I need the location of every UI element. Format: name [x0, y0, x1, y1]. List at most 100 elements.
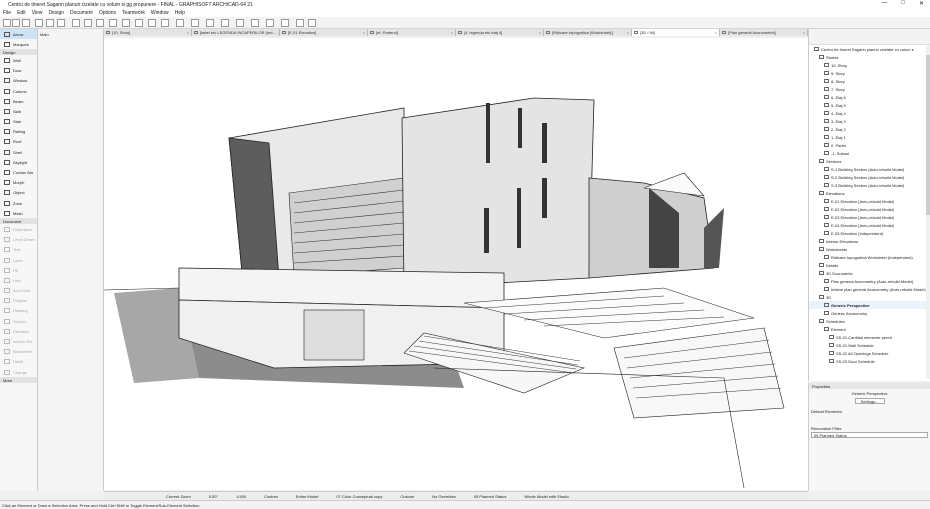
toolbar-button[interactable]: [176, 19, 184, 27]
view-tab[interactable]: [ef. Parterul] ×: [368, 29, 456, 36]
renovation-filter-select[interactable]: 05 Planned Status: [811, 432, 928, 438]
tree-item[interactable]: SS-01 Cantitati elemente pereti: [809, 333, 929, 341]
view-option[interactable]: 07 Color Conceptual copy: [336, 494, 382, 499]
toolbar-button[interactable]: [84, 19, 92, 27]
tree-item[interactable]: -1. Subsol: [809, 149, 929, 157]
tree-item[interactable]: SS-03 Door Schedule: [809, 357, 929, 365]
menu-help[interactable]: Help: [175, 10, 185, 16]
more-section-header[interactable]: More: [0, 377, 37, 384]
view-tab[interactable]: [4. legenda etc etaj 4] ×: [456, 29, 544, 36]
tree-item[interactable]: Details: [809, 261, 929, 269]
toolbar-button[interactable]: [12, 19, 20, 27]
tool-railing[interactable]: Railing: [0, 127, 37, 137]
tree-item[interactable]: Imbine plan general Axonometry (Auto-reb…: [809, 285, 929, 293]
close-icon[interactable]: ×: [715, 30, 717, 35]
tree-item[interactable]: Generic Axonometry: [809, 309, 929, 317]
tool-object[interactable]: Object: [0, 188, 37, 198]
view-tab[interactable]: [E-01 Elevation] ×: [280, 29, 368, 36]
tool-roof[interactable]: Roof: [0, 137, 37, 147]
tree-item[interactable]: 4. Etaj 4: [809, 109, 929, 117]
menu-view[interactable]: View: [32, 10, 43, 16]
tree-item[interactable]: Centru de tineret Sagarin planuri cizela…: [809, 45, 929, 53]
tree-item[interactable]: E-01 Elevation (Auto-rebuild Model): [809, 197, 929, 205]
tool-wall[interactable]: Wall: [0, 55, 37, 65]
tree-item[interactable]: 0. Parter: [809, 141, 929, 149]
tree-item[interactable]: 8. Story: [809, 77, 929, 85]
marquee-tool[interactable]: Marquee: [0, 39, 37, 49]
toolbar-button[interactable]: [308, 19, 316, 27]
toolbar-button[interactable]: [72, 19, 80, 27]
close-button[interactable]: ✕: [919, 0, 924, 7]
toolbar-button[interactable]: [281, 19, 289, 27]
tool-drawing[interactable]: Drawing: [0, 306, 37, 316]
tool-arc-circle[interactable]: Arc/Circle: [0, 286, 37, 296]
menu-edit[interactable]: Edit: [17, 10, 26, 16]
toolbar-button[interactable]: [266, 19, 274, 27]
3d-viewport[interactable]: [104, 38, 808, 490]
tree-item[interactable]: SS-02 All Openings Schedule: [809, 349, 929, 357]
tool-fill[interactable]: Fill: [0, 265, 37, 275]
tree-item[interactable]: 7. Story: [809, 85, 929, 93]
tree-item[interactable]: 3. Etaj 3: [809, 117, 929, 125]
tool-column[interactable]: Column: [0, 86, 37, 96]
settings-button[interactable]: Settings...: [854, 398, 885, 404]
toolbar-button[interactable]: [3, 19, 11, 27]
tree-item[interactable]: 3D: [809, 293, 929, 301]
close-icon[interactable]: ×: [187, 30, 189, 35]
navigator-scrollbar[interactable]: [926, 45, 930, 379]
tree-item[interactable]: 3D Documents: [809, 269, 929, 277]
tool-elevation[interactable]: Elevation: [0, 326, 37, 336]
tool-interior-ele[interactable]: Interior Ele: [0, 336, 37, 346]
view-tab[interactable]: [Plan general Axonometric] ×: [720, 29, 808, 36]
tool-stair[interactable]: Stair: [0, 117, 37, 127]
tree-item[interactable]: Schedules: [809, 317, 929, 325]
view-option[interactable]: Whole Model with Shado: [524, 494, 568, 499]
minimize-button[interactable]: —: [881, 0, 887, 7]
tool-slab[interactable]: Slab: [0, 106, 37, 116]
toolbar-button[interactable]: [236, 19, 244, 27]
view-tab[interactable]: [10. Story] ×: [104, 29, 192, 36]
tool-curtain-wa[interactable]: Curtain Wa: [0, 167, 37, 177]
tree-item[interactable]: Ridicare topografica Worksheet (Independ…: [809, 253, 929, 261]
arrow-tool[interactable]: Arrow: [0, 29, 37, 40]
tree-item[interactable]: Interior Elevations: [809, 237, 929, 245]
menu-window[interactable]: Window: [151, 10, 169, 16]
tool-door[interactable]: Door: [0, 66, 37, 76]
toolbar-button[interactable]: [57, 19, 65, 27]
tree-item[interactable]: Sections: [809, 157, 929, 165]
tree-item[interactable]: E-05 Elevation (Independent): [809, 229, 929, 237]
maximize-button[interactable]: □: [901, 0, 905, 7]
close-icon[interactable]: ×: [539, 30, 541, 35]
tree-item[interactable]: E-02 Elevation (Auto-rebuild Model): [809, 205, 929, 213]
toolbar-button[interactable]: [251, 19, 259, 27]
menu-teamwork[interactable]: Teamwork: [122, 10, 145, 16]
tool-window[interactable]: Window: [0, 76, 37, 86]
view-tab[interactable]: [Ridicare topografica (Worksheet)] ×: [544, 29, 632, 36]
view-option[interactable]: Entire Model: [296, 494, 318, 499]
toolbar-button[interactable]: [191, 19, 199, 27]
tool-change[interactable]: Change: [0, 367, 37, 377]
toolbar-button[interactable]: [96, 19, 104, 27]
view-tab[interactable]: [3D / All] ×: [632, 29, 720, 36]
tool-mesh[interactable]: Mesh: [0, 208, 37, 218]
tree-item[interactable]: Generic Perspective: [809, 301, 929, 309]
tool-line[interactable]: Line: [0, 275, 37, 285]
toolbar-button[interactable]: [46, 19, 54, 27]
tree-item[interactable]: 5. Etaj 5: [809, 101, 929, 109]
tree-item[interactable]: 9. Story: [809, 69, 929, 77]
close-icon[interactable]: ×: [451, 30, 453, 35]
view-option[interactable]: Current Zoom: [166, 494, 191, 499]
view-option[interactable]: Custom: [400, 494, 414, 499]
toolbar-button[interactable]: [122, 19, 130, 27]
tree-item[interactable]: 1. Etaj 1: [809, 133, 929, 141]
scroll-thumb[interactable]: [926, 55, 930, 215]
menu-file[interactable]: File: [3, 10, 11, 16]
close-icon[interactable]: ×: [803, 30, 805, 35]
tree-item[interactable]: S-2 Building Section (Auto-rebuild Model…: [809, 173, 929, 181]
toolbar-button[interactable]: [35, 19, 43, 27]
tool-morph[interactable]: Morph: [0, 178, 37, 188]
tree-item[interactable]: Element: [809, 325, 929, 333]
toolbar-button[interactable]: [296, 19, 304, 27]
tool-dimension[interactable]: Dimension: [0, 224, 37, 234]
tree-item[interactable]: Stories: [809, 53, 929, 61]
